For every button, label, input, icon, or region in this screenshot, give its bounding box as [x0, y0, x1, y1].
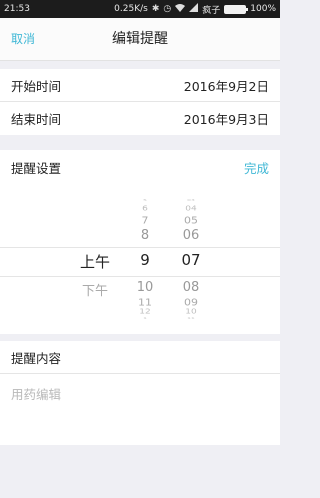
bluetooth-icon: ✱ — [151, 4, 160, 14]
content-section: 提醒内容 用药编辑 — [0, 341, 280, 445]
status-time: 21:53 — [4, 4, 30, 14]
minute-selected: 07 — [181, 251, 201, 269]
status-bar: 21:53 0.25K/s ✱ ◷ 疯子 100% — [0, 0, 280, 18]
hour-selected: 9 — [140, 251, 150, 269]
picker-top-line — [0, 247, 280, 248]
ampm-option: 下午 — [81, 284, 108, 299]
hour-item: 12 — [139, 308, 151, 316]
alarm-icon: ◷ — [163, 4, 172, 14]
hour-item: 10 — [136, 280, 154, 295]
battery-icon — [224, 4, 249, 14]
minute-item: 03 — [187, 198, 195, 203]
nav-bar: 取消 编辑提醒 — [0, 18, 280, 61]
hour-item: 11 — [138, 296, 152, 309]
carrier-name: 疯子 — [202, 5, 221, 16]
hour-item: 5 — [143, 198, 147, 203]
minute-item: 08 — [182, 280, 200, 295]
reminder-label: 提醒设置 — [11, 160, 62, 176]
ampm-selected: 上午 — [79, 253, 110, 271]
reminder-section: 提醒设置 完成 上午 下午 5 6 7 8 9 10 11 12 1 03 04… — [0, 150, 280, 334]
date-section: 开始时间 2016年9月2日 结束时间 2016年9月3日 — [0, 69, 280, 135]
minute-item: 04 — [185, 205, 197, 213]
end-time-row[interactable]: 结束时间 2016年9月3日 — [0, 102, 280, 135]
hour-item: 8 — [140, 228, 150, 243]
start-time-row[interactable]: 开始时间 2016年9月2日 — [0, 69, 280, 102]
content-input[interactable]: 用药编辑 — [0, 374, 280, 413]
wifi-icon — [175, 3, 186, 15]
done-button[interactable]: 完成 — [244, 158, 269, 177]
minute-item: 06 — [182, 228, 200, 243]
reminder-header-row: 提醒设置 完成 — [0, 150, 280, 184]
minute-item: 11 — [187, 316, 195, 321]
time-picker[interactable]: 上午 下午 5 6 7 8 9 10 11 12 1 03 04 05 06 0… — [0, 184, 280, 334]
hour-item: 6 — [142, 205, 148, 213]
content-header-row: 提醒内容 — [0, 341, 280, 374]
minute-item: 05 — [184, 214, 198, 227]
end-time-value: 2016年9月3日 — [183, 112, 269, 127]
battery-percent: 100% — [250, 4, 276, 14]
content-label: 提醒内容 — [11, 350, 62, 366]
start-time-value: 2016年9月2日 — [183, 78, 269, 94]
picker-bottom-line — [0, 276, 280, 277]
content-placeholder: 用药编辑 — [11, 387, 62, 402]
hour-item: 1 — [143, 316, 147, 321]
signal-icon — [189, 3, 199, 15]
network-speed: 0.25K/s — [114, 4, 148, 14]
page-title: 编辑提醒 — [112, 31, 168, 47]
minute-item: 09 — [184, 296, 198, 309]
start-time-label: 开始时间 — [11, 78, 62, 94]
hour-item: 7 — [141, 214, 149, 227]
end-time-label: 结束时间 — [11, 112, 62, 127]
minute-item: 10 — [185, 308, 197, 316]
